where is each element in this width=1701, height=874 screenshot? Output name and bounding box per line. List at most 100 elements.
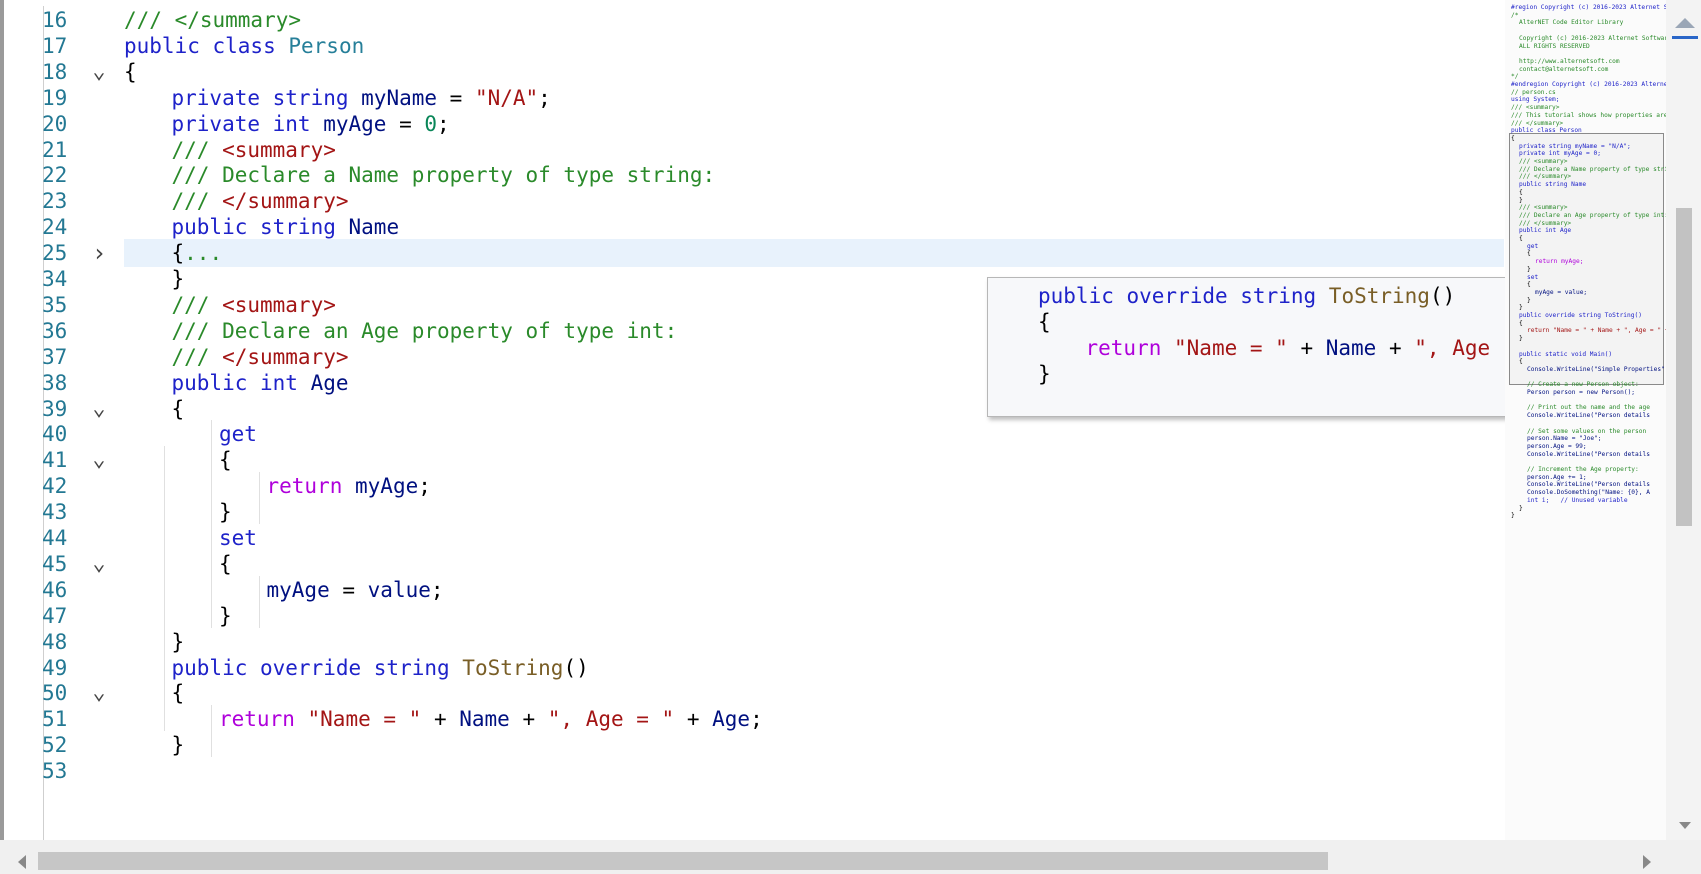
code-line[interactable]: public string Name bbox=[172, 213, 400, 241]
code-token: Person bbox=[288, 33, 365, 58]
chevron-down-icon[interactable]: ⌄ bbox=[92, 679, 106, 707]
minimap-line: } bbox=[1511, 512, 1515, 520]
horizontal-scrollbar[interactable] bbox=[0, 840, 1701, 874]
code-line[interactable]: { bbox=[219, 550, 232, 578]
code-token: /// Declare an Age property of type int: bbox=[171, 318, 678, 343]
code-line[interactable]: } bbox=[219, 498, 232, 526]
code-token: { bbox=[219, 448, 232, 473]
code-token: private int bbox=[171, 111, 324, 136]
arrow-up-icon[interactable] bbox=[1675, 18, 1695, 28]
code-line[interactable]: {... bbox=[172, 239, 223, 267]
code-minimap[interactable]: #region Copyright (c) 2016-2023 Alternet… bbox=[1505, 0, 1666, 840]
code-editor[interactable]: 16 17 18 ⌄ 19 20 21 22 23 24 25 › 34 35 36 37 38 39 ⌄ 40 41 ⌄… bbox=[0, 0, 1701, 874]
minimap-line: Console.WriteLine("Person details bbox=[1527, 450, 1650, 458]
code-line[interactable]: /// </summary> bbox=[172, 187, 349, 215]
minimap-line: } bbox=[1519, 335, 1523, 343]
line-number: 17 bbox=[42, 33, 68, 58]
line-number: 38 bbox=[42, 370, 68, 395]
code-line[interactable]: } bbox=[172, 628, 185, 656]
code-line[interactable]: /// Declare an Age property of type int: bbox=[172, 317, 678, 345]
code-line[interactable]: /// <summary> bbox=[172, 291, 336, 319]
code-token: + bbox=[509, 707, 548, 732]
line-number: 50 bbox=[42, 681, 68, 706]
chevron-down-icon[interactable]: ⌄ bbox=[92, 395, 106, 423]
minimap-line: Person person = new Person(); bbox=[1527, 389, 1636, 396]
code-line[interactable]: private string myName = "N/A"; bbox=[172, 84, 551, 112]
minimap-line: AlterNET Code Editor Library bbox=[1519, 19, 1624, 27]
minimap-line: int i; // Unused variable bbox=[1527, 496, 1628, 504]
line-number: 36 bbox=[42, 318, 68, 343]
code-token: /// bbox=[171, 344, 223, 369]
code-token: { bbox=[171, 681, 185, 706]
code-token: { bbox=[124, 59, 137, 84]
code-line[interactable]: } bbox=[172, 731, 185, 759]
code-token: /// Declare a Name property of type stri… bbox=[171, 163, 716, 188]
code-line[interactable]: get bbox=[219, 420, 257, 448]
code-token: public class bbox=[124, 33, 289, 58]
code-token: 0 bbox=[424, 111, 438, 136]
line-number: 47 bbox=[42, 603, 68, 628]
code-token: ToString bbox=[462, 655, 564, 680]
code-line[interactable]: { bbox=[124, 58, 137, 86]
line-number: 39 bbox=[42, 396, 68, 421]
vertical-scrollbar[interactable] bbox=[1666, 0, 1701, 840]
collapsed-code-preview-tooltip: public override string ToString(){return… bbox=[987, 277, 1509, 417]
arrow-right-icon[interactable] bbox=[1643, 855, 1651, 869]
code-line[interactable]: private int myAge = 0; bbox=[172, 110, 450, 138]
code-line[interactable]: myAge = value; bbox=[267, 576, 444, 604]
code-line[interactable]: /// </summary> bbox=[172, 343, 349, 371]
code-line[interactable]: public class Person bbox=[124, 32, 364, 60]
minimap-line: { bbox=[1511, 134, 1515, 142]
line-number: 52 bbox=[42, 733, 68, 758]
line-number: 37 bbox=[42, 344, 68, 369]
line-number: 51 bbox=[42, 707, 68, 732]
code-line[interactable]: /// Declare a Name property of type stri… bbox=[172, 161, 716, 189]
code-line[interactable]: { bbox=[172, 395, 185, 423]
code-line[interactable]: } bbox=[172, 265, 185, 293]
code-token: } bbox=[219, 500, 232, 525]
tooltip-code-line: } bbox=[1038, 360, 1051, 388]
vertical-scroll-thumb[interactable] bbox=[1676, 208, 1692, 526]
code-line[interactable]: } bbox=[219, 602, 232, 630]
code-line[interactable]: { bbox=[172, 679, 185, 707]
code-line[interactable]: return myAge; bbox=[267, 472, 431, 500]
code-token: value bbox=[367, 577, 431, 602]
code-token: myAge bbox=[355, 474, 419, 499]
code-line[interactable]: return "Name = " + Name + ", Age = " + A… bbox=[219, 705, 763, 733]
code-token: Age bbox=[310, 370, 349, 395]
code-line[interactable]: /// <summary> bbox=[172, 136, 336, 164]
code-token: return bbox=[1085, 335, 1175, 360]
tooltip-code-line: { bbox=[1038, 308, 1051, 336]
code-line[interactable]: { bbox=[219, 446, 232, 474]
code-token: ; bbox=[430, 577, 444, 602]
line-number: 21 bbox=[42, 137, 68, 162]
minimap-line: public int Age bbox=[1519, 227, 1572, 235]
code-line[interactable]: public int Age bbox=[172, 369, 349, 397]
minimap-line: Console.WriteLine("Person details bbox=[1527, 412, 1650, 420]
line-number: 40 bbox=[42, 422, 68, 447]
chevron-right-icon[interactable]: › bbox=[92, 239, 106, 267]
code-token: { bbox=[171, 241, 185, 266]
chevron-down-icon[interactable]: ⌄ bbox=[92, 446, 106, 474]
line-number: 42 bbox=[42, 474, 68, 499]
current-line-highlight bbox=[124, 239, 1504, 268]
code-token: + bbox=[1287, 335, 1326, 360]
line-number: 19 bbox=[42, 85, 68, 110]
code-line[interactable]: /// </summary> bbox=[124, 6, 301, 34]
chevron-down-icon[interactable]: ⌄ bbox=[92, 58, 106, 86]
chevron-down-icon[interactable]: ⌄ bbox=[92, 550, 106, 578]
code-token: ; bbox=[538, 85, 551, 110]
code-line[interactable]: set bbox=[219, 524, 257, 552]
code-token: = bbox=[386, 111, 425, 136]
horizontal-scroll-thumb[interactable] bbox=[38, 852, 1328, 870]
line-number: 46 bbox=[42, 577, 68, 602]
line-number: 44 bbox=[42, 526, 68, 550]
indent-guide bbox=[163, 446, 165, 732]
code-token: + bbox=[421, 707, 460, 732]
arrow-down-icon[interactable] bbox=[1679, 822, 1691, 829]
line-number: 18 bbox=[42, 59, 68, 84]
minimap-line: /* bbox=[1511, 11, 1519, 19]
arrow-left-icon[interactable] bbox=[18, 855, 26, 869]
line-number: 25 bbox=[42, 241, 68, 266]
code-line[interactable]: public override string ToString() bbox=[172, 654, 589, 682]
